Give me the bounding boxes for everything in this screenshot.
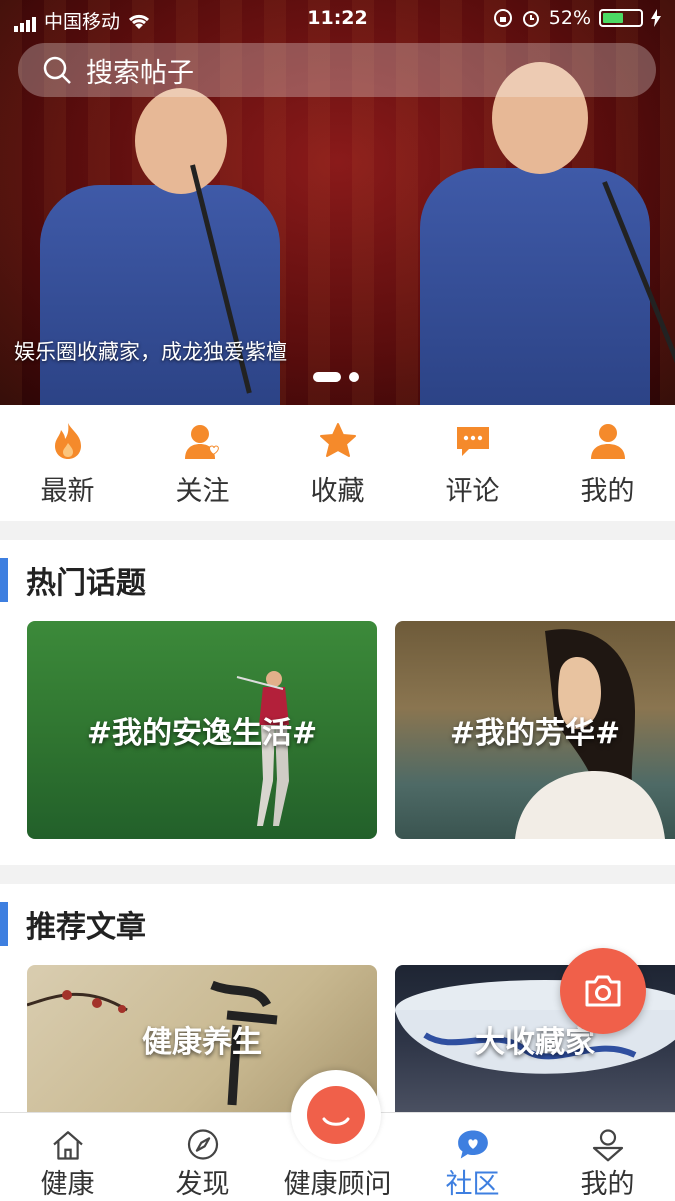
nav-label: 关注 [175, 476, 230, 507]
advisor-icon [307, 1086, 365, 1144]
battery-icon [599, 9, 643, 27]
user-icon [590, 424, 625, 459]
topic-label: #我的芳华# [449, 716, 621, 751]
compass-icon [187, 1129, 218, 1160]
banner-caption: 娱乐圈收藏家，成龙独爱紫檀 [14, 340, 287, 364]
tab-mine[interactable]: 我的 [540, 1113, 675, 1201]
tab-health[interactable]: 健康 [0, 1113, 135, 1201]
pager-dot [349, 372, 359, 382]
camera-button[interactable] [560, 948, 646, 1034]
comment-icon [456, 427, 489, 456]
battery-percent: 52% [548, 7, 591, 29]
tab-label: 健康 [40, 1169, 95, 1200]
alarm-icon [522, 11, 539, 27]
tab-community[interactable]: 社区 [405, 1113, 540, 1201]
nav-item-follow[interactable]: 关注 [135, 405, 270, 521]
nav-label: 评论 [445, 476, 500, 507]
follow-icon [184, 425, 219, 459]
advisor-button[interactable] [291, 1070, 381, 1160]
charging-icon [651, 9, 661, 27]
nav-item-mine[interactable]: 我的 [540, 405, 675, 521]
search-bar[interactable]: 搜索帖子 [18, 43, 656, 97]
tab-label: 健康顾问 [283, 1169, 392, 1200]
fire-icon [54, 423, 81, 459]
search-placeholder: 搜索帖子 [86, 57, 194, 89]
star-icon [319, 423, 356, 457]
tab-label: 社区 [445, 1169, 500, 1200]
nav-label: 收藏 [310, 476, 365, 507]
pager-dot-active [313, 372, 341, 382]
tab-label: 我的 [580, 1169, 635, 1200]
topic-card[interactable]: #我的芳华# [395, 621, 675, 839]
nav-item-favorites[interactable]: 收藏 [270, 405, 405, 521]
profile-icon [592, 1129, 623, 1162]
home-icon [52, 1131, 83, 1160]
nav-label: 我的 [580, 476, 635, 507]
banner-pager [313, 372, 359, 382]
nav-item-comments[interactable]: 评论 [405, 405, 540, 521]
search-icon [43, 56, 71, 84]
rotation-lock-icon [493, 9, 512, 27]
community-icon [457, 1130, 488, 1159]
tab-discover[interactable]: 发现 [135, 1113, 270, 1201]
quick-nav: 最新 关注 收藏 评论 我的 [0, 405, 675, 521]
hot-topics-section: 热门话题 #我的安逸生活# #我的芳华# [0, 540, 675, 865]
banner-head-left [135, 88, 227, 194]
topic-card[interactable]: #我的安逸生活# [27, 621, 377, 839]
nav-item-latest[interactable]: 最新 [0, 405, 135, 521]
articles-title: 推荐文章 [26, 910, 146, 945]
section-accent-bar [0, 558, 8, 602]
status-right: 52% [493, 7, 661, 29]
nav-label: 最新 [40, 476, 95, 507]
camera-icon [585, 975, 621, 1007]
hot-topics-header: 热门话题 [0, 558, 146, 602]
status-bar: 中国移动 11:22 52% [0, 0, 675, 38]
topic-label: #我的安逸生活# [86, 716, 318, 751]
articles-header: 推荐文章 [0, 902, 146, 946]
hot-topics-title: 热门话题 [26, 566, 146, 601]
tab-label: 发现 [175, 1169, 230, 1200]
section-accent-bar [0, 902, 8, 946]
